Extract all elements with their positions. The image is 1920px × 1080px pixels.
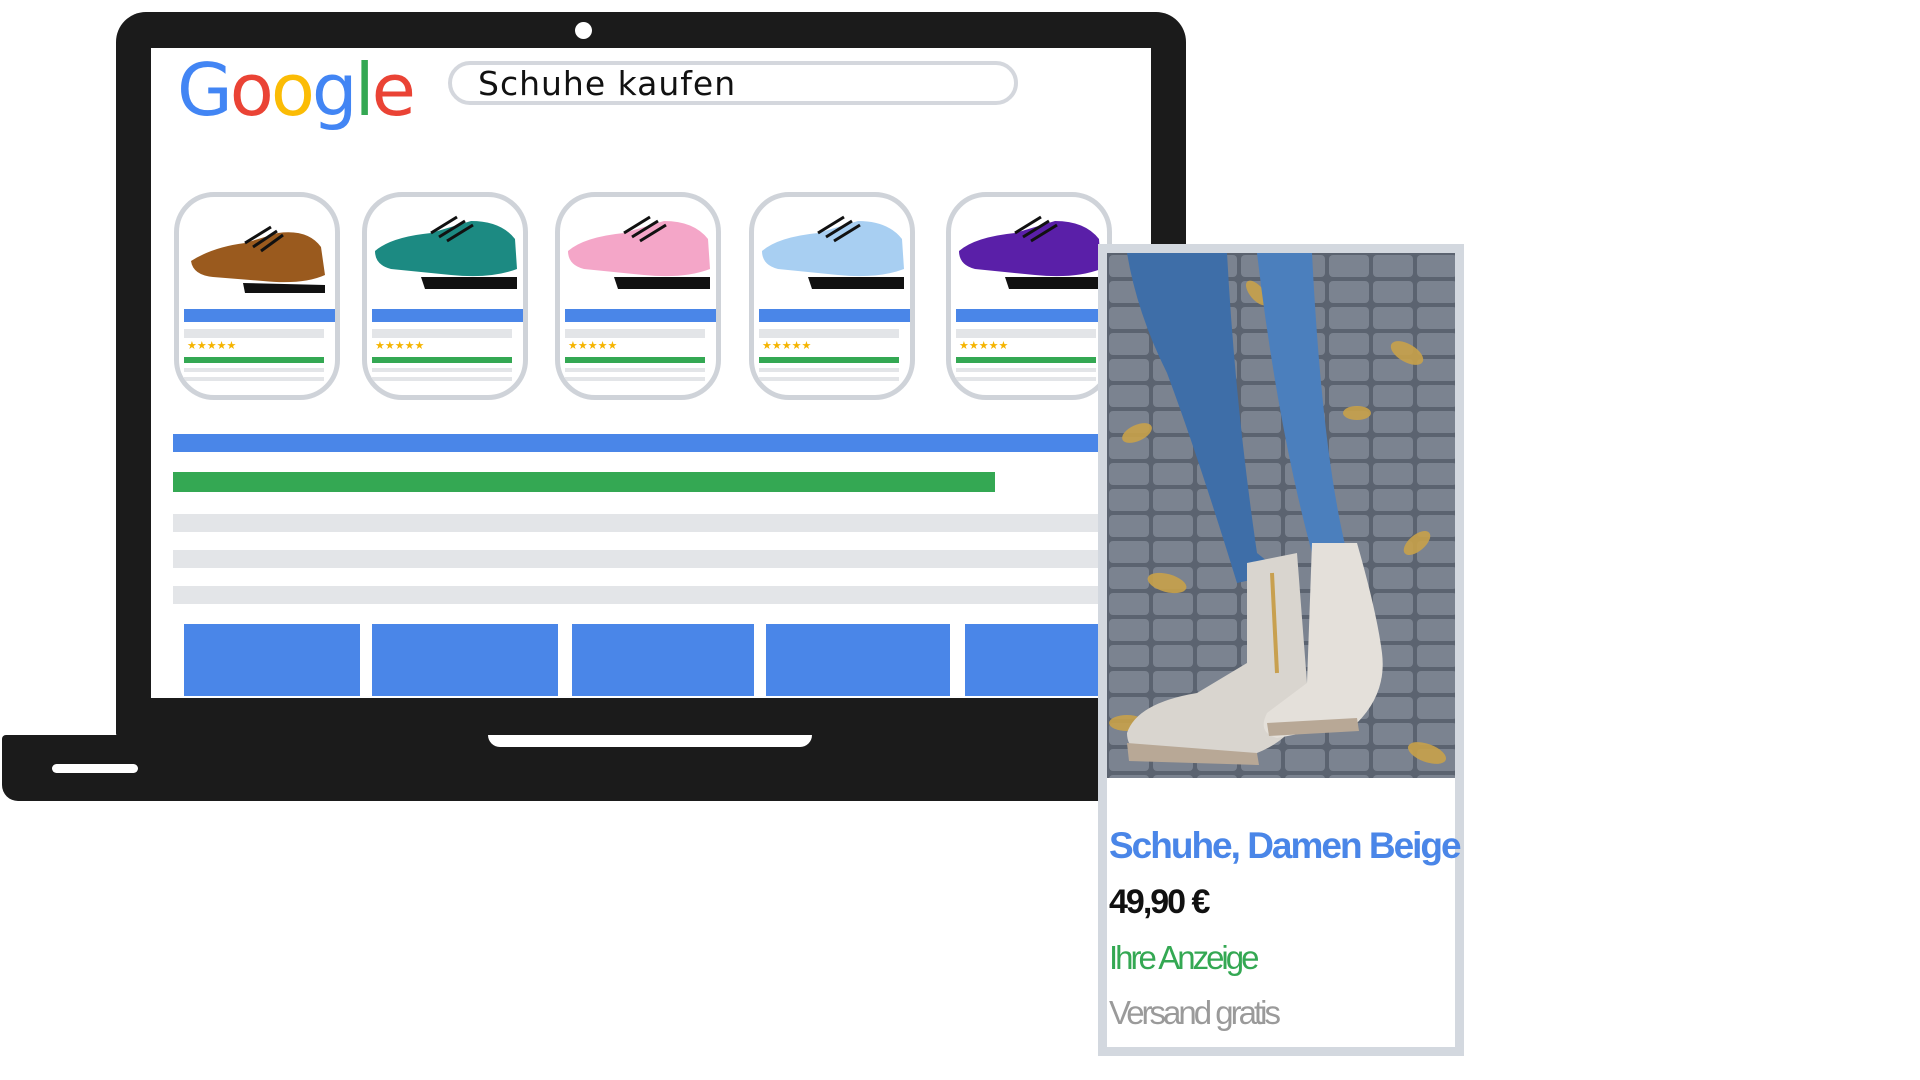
result-text-line — [173, 514, 1113, 532]
rating-stars: ★★★★★ — [187, 339, 237, 352]
ad-label: Ihre Anzeige — [1109, 939, 1259, 976]
google-logo[interactable]: Google — [177, 48, 416, 132]
search-input[interactable] — [478, 63, 998, 103]
product-card[interactable]: ★★★★★ — [946, 192, 1112, 400]
product-price-bar — [565, 357, 705, 363]
status-light — [52, 764, 138, 773]
product-text-line — [372, 368, 512, 372]
result-title-bar[interactable] — [173, 434, 1113, 452]
result-url-bar[interactable] — [173, 472, 995, 492]
product-card[interactable]: ★★★★★ — [174, 192, 340, 400]
product-card[interactable]: ★★★★★ — [362, 192, 528, 400]
beige-boots-photo[interactable] — [1107, 253, 1455, 778]
product-subtitle-bar — [759, 329, 899, 338]
product-subtitle-bar — [372, 329, 512, 338]
light-blue-shoe-icon — [762, 215, 904, 289]
product-subtitle-bar — [184, 329, 324, 338]
logo-letter: o — [270, 48, 315, 132]
image-tile[interactable] — [572, 624, 754, 696]
laptop-lid: Google ★★★★★ — [116, 12, 1186, 739]
product-price-bar — [372, 357, 512, 363]
product-text-line — [759, 377, 899, 381]
purple-shoe-icon — [959, 215, 1101, 289]
product-card[interactable]: ★★★★★ — [555, 192, 721, 400]
rating-stars: ★★★★★ — [959, 339, 1009, 352]
rating-stars: ★★★★★ — [375, 339, 425, 352]
trackpad-notch — [488, 735, 812, 747]
pink-shoe-icon — [568, 215, 710, 289]
logo-letter: g — [311, 48, 358, 132]
logo-letter: o — [229, 48, 274, 132]
shopping-ad-card[interactable]: Schuhe, Damen Beige 49,90 € Ihre Anzeige… — [1098, 244, 1464, 1056]
product-text-line — [565, 368, 705, 372]
teal-shoe-icon — [375, 215, 517, 289]
product-subtitle-bar — [956, 329, 1096, 338]
product-price-bar — [956, 357, 1096, 363]
ad-shipping: Versand gratis — [1109, 994, 1281, 1031]
logo-letter: l — [354, 48, 375, 132]
product-title-bar — [372, 309, 523, 322]
image-tile[interactable] — [766, 624, 950, 696]
rating-stars: ★★★★★ — [568, 339, 618, 352]
image-tile[interactable] — [184, 624, 360, 696]
product-price-bar — [184, 357, 324, 363]
product-text-line — [956, 368, 1096, 372]
product-title-bar — [759, 309, 910, 322]
laptop-screen: Google ★★★★★ — [151, 48, 1151, 698]
product-subtitle-bar — [565, 329, 705, 338]
image-tile[interactable] — [372, 624, 558, 696]
laptop-base — [2, 735, 1242, 801]
ad-price: 49,90 € — [1109, 883, 1210, 921]
product-price-bar — [759, 357, 899, 363]
ad-title[interactable]: Schuhe, Damen Beige — [1109, 825, 1462, 867]
brown-shoe-icon — [191, 225, 325, 293]
product-text-line — [759, 368, 899, 372]
product-text-line — [184, 377, 324, 381]
search-box[interactable] — [448, 61, 1018, 105]
product-title-bar — [956, 309, 1107, 322]
product-card[interactable]: ★★★★★ — [749, 192, 915, 400]
product-title-bar — [184, 309, 335, 322]
product-title-bar — [565, 309, 716, 322]
result-text-line — [173, 586, 1113, 604]
product-text-line — [184, 368, 324, 372]
result-text-line — [173, 550, 1113, 568]
webcam-icon — [575, 22, 592, 39]
product-text-line — [372, 377, 512, 381]
product-text-line — [565, 377, 705, 381]
logo-letter: e — [371, 48, 416, 132]
product-text-line — [956, 377, 1096, 381]
rating-stars: ★★★★★ — [762, 339, 812, 352]
logo-letter: G — [177, 48, 233, 132]
